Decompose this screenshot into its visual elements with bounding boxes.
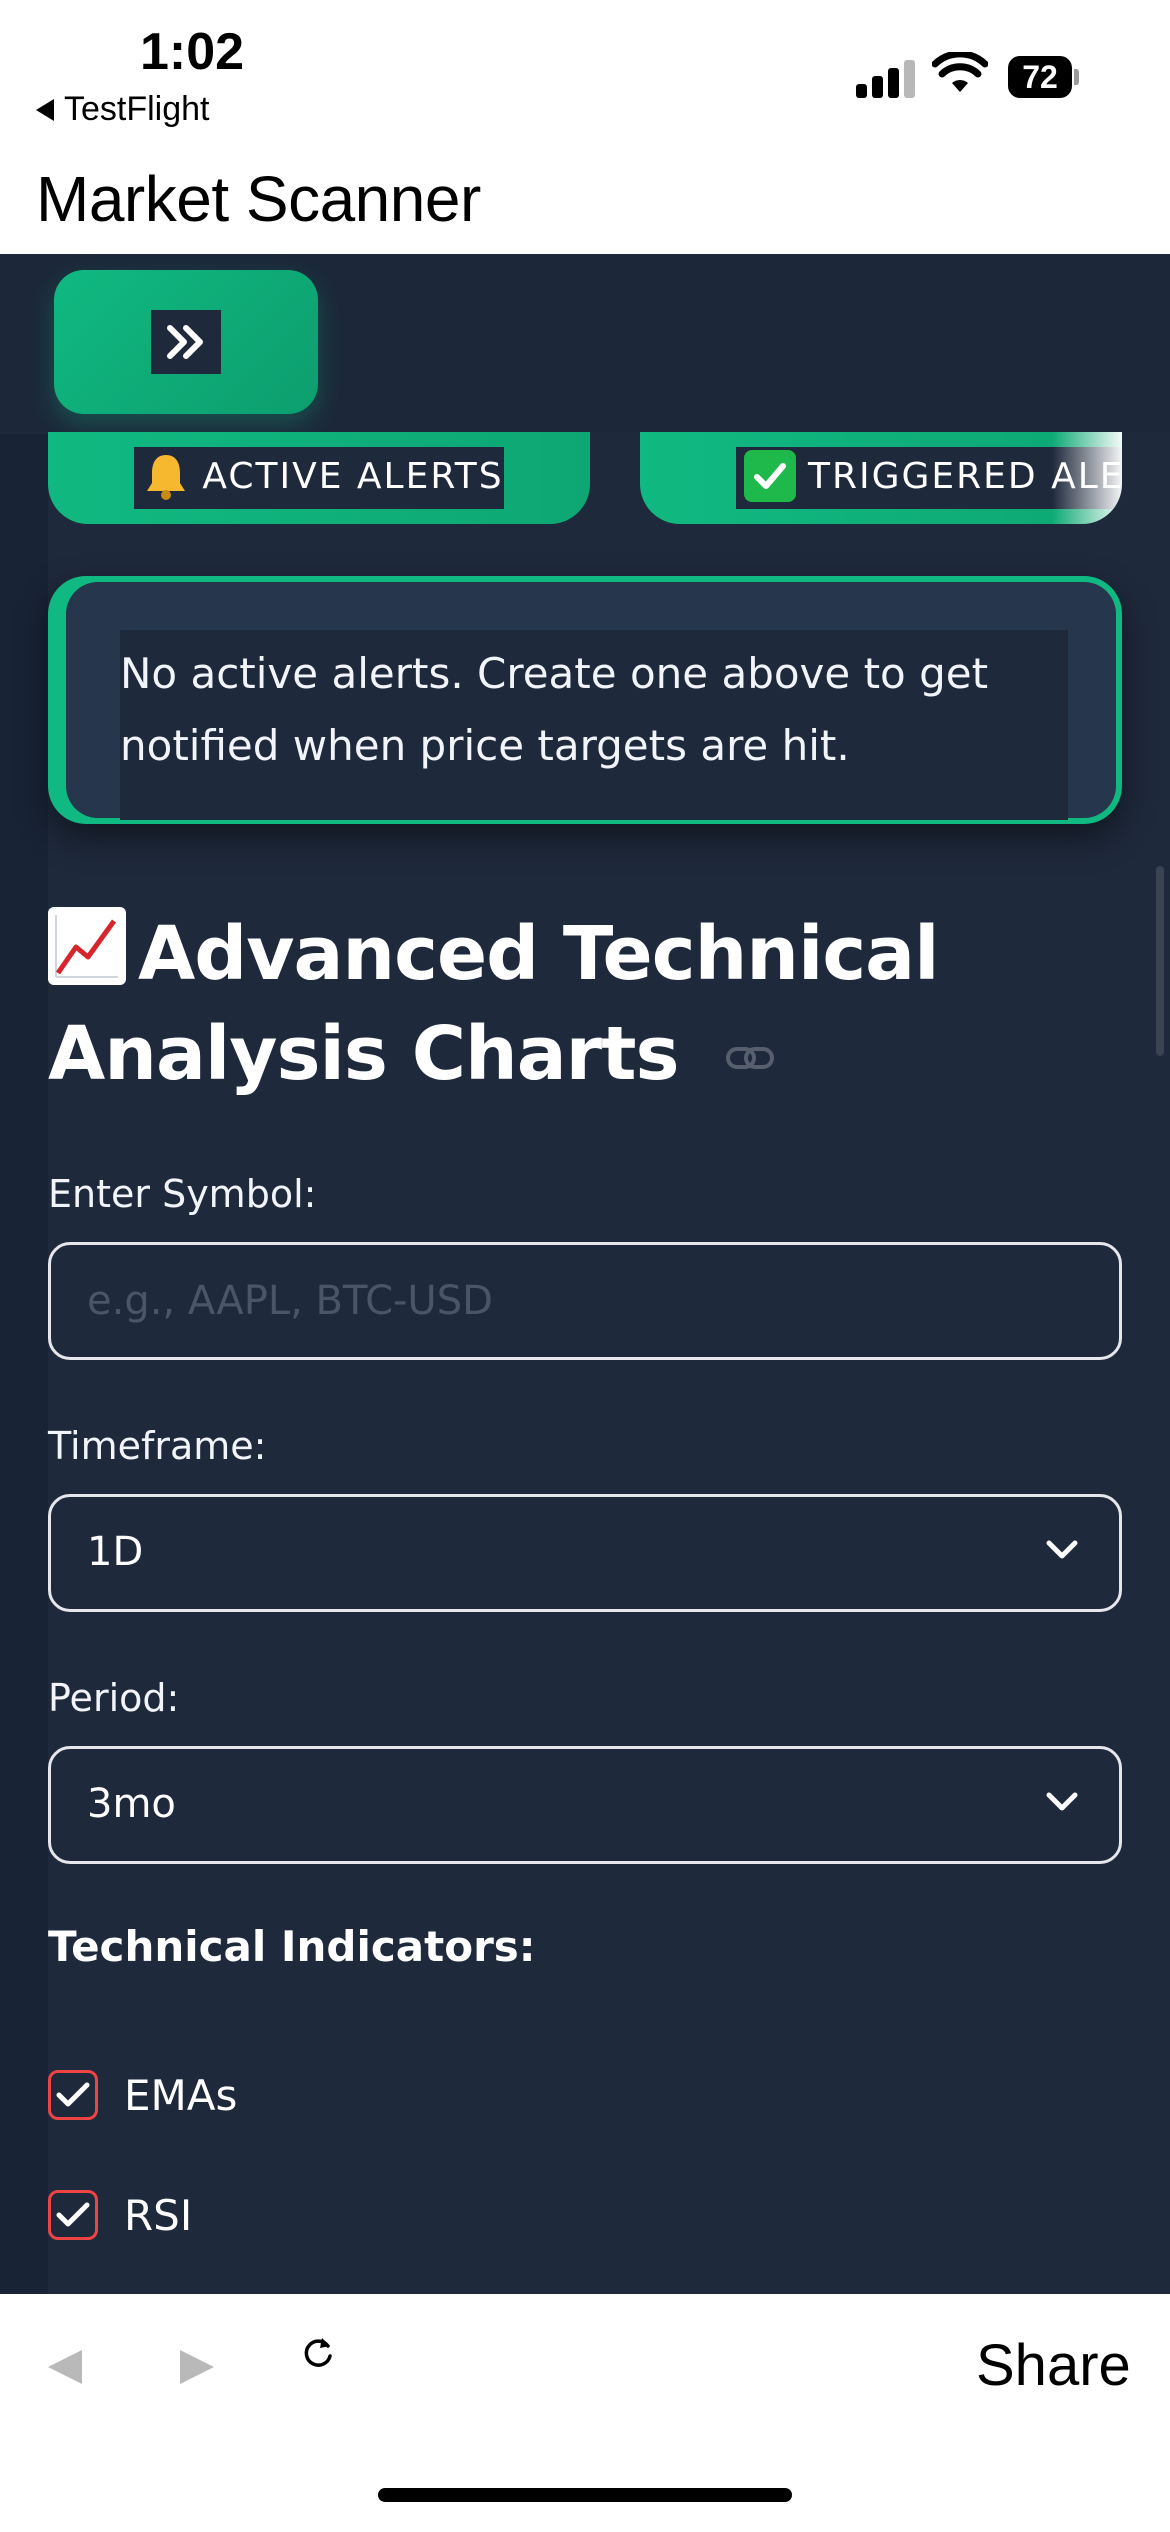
timeframe-label: Timeframe: <box>48 1424 267 1468</box>
check-mark-button-icon <box>744 450 796 502</box>
back-to-testflight[interactable]: TestFlight <box>36 90 210 129</box>
period-value: 3mo <box>87 1781 176 1827</box>
section-heading: Advanced Technical Analysis Charts <box>48 904 1048 1104</box>
reload-icon[interactable] <box>300 2334 336 2370</box>
tab-active-alerts[interactable]: ACTIVE ALERTS <box>48 432 590 524</box>
sidebar-edge <box>0 434 48 2294</box>
sidebar-toggle-button[interactable] <box>54 270 318 414</box>
share-button[interactable]: Share <box>976 2332 1131 2399</box>
timeframe-value: 1D <box>87 1529 144 1575</box>
bell-icon <box>147 455 186 500</box>
indicators-heading: Technical Indicators: <box>48 1922 536 1971</box>
status-bar: 1:02 TestFlight 72 <box>0 0 1170 140</box>
indicator-emas[interactable]: EMAs <box>48 2070 237 2120</box>
no-alerts-message: No active alerts. Create one above to ge… <box>120 630 1068 820</box>
tab-label: ACTIVE ALERTS <box>202 455 504 497</box>
back-triangle-icon <box>36 98 54 121</box>
chevron-down-icon <box>1046 1540 1078 1559</box>
symbol-input[interactable] <box>87 1245 1067 1357</box>
indicator-label: RSI <box>124 2190 193 2240</box>
web-content[interactable]: ACTIVE ALERTS TRIGGERED ALER No active a… <box>0 254 1170 2294</box>
scrollbar[interactable] <box>1156 866 1164 1056</box>
back-arrow-icon[interactable] <box>44 2346 86 2388</box>
timeframe-select[interactable]: 1D <box>48 1494 1122 1612</box>
home-indicator[interactable] <box>378 2488 792 2502</box>
checkbox-checked[interactable] <box>48 2070 98 2120</box>
status-time: 1:02 <box>140 23 245 81</box>
forward-arrow-icon[interactable] <box>176 2346 218 2388</box>
period-label: Period: <box>48 1676 180 1720</box>
battery-icon: 72 <box>1008 56 1079 98</box>
tab-triggered-alerts[interactable]: TRIGGERED ALER <box>640 432 1122 524</box>
period-select[interactable]: 3mo <box>48 1746 1122 1864</box>
double-chevron-right-icon <box>151 310 221 374</box>
indicator-rsi[interactable]: RSI <box>48 2190 192 2240</box>
battery-level: 72 <box>1008 56 1072 98</box>
app-header <box>0 254 1170 432</box>
cellular-signal-icon <box>856 58 916 98</box>
chevron-down-icon <box>1046 1792 1078 1811</box>
page-title: Market Scanner <box>36 163 481 235</box>
indicator-label: EMAs <box>124 2070 238 2120</box>
wifi-icon <box>932 52 988 92</box>
symbol-field[interactable] <box>48 1242 1122 1360</box>
checkbox-checked[interactable] <box>48 2190 98 2240</box>
symbol-label: Enter Symbol: <box>48 1172 317 1216</box>
link-icon[interactable] <box>725 1044 775 1072</box>
back-app-label: TestFlight <box>64 90 210 128</box>
nav-bar: Market Scanner <box>0 140 1170 254</box>
chart-increasing-icon <box>48 907 126 985</box>
